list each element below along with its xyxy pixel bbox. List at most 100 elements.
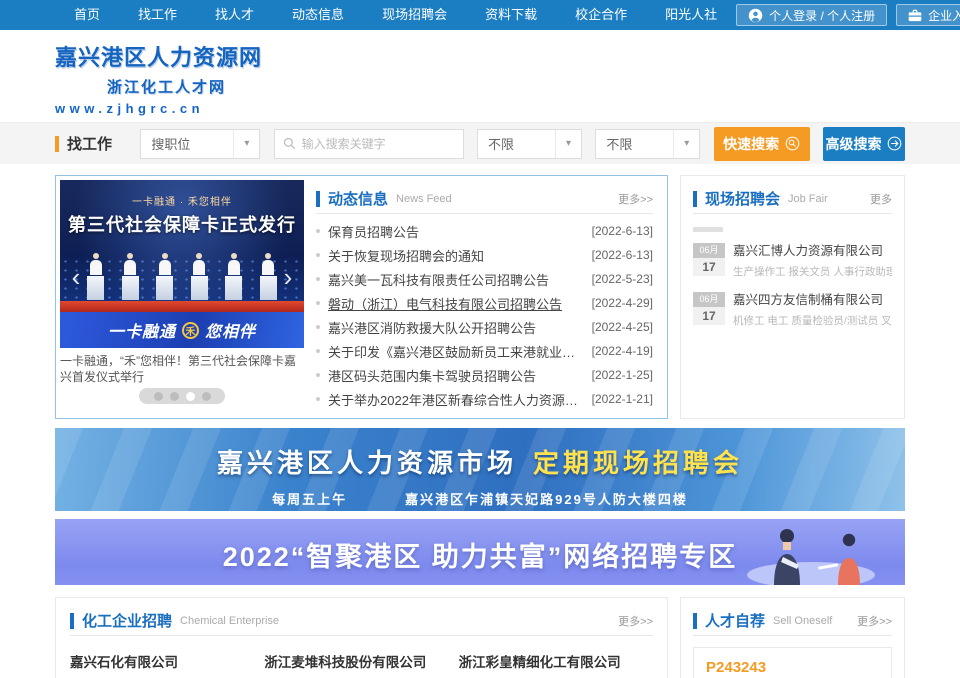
carousel-dot[interactable] (154, 392, 163, 401)
news-item-title[interactable]: 嘉兴港区消防救援大队公开招聘公告 (328, 318, 582, 337)
slide-bottom-banner: 一卡融通 禾 您相伴 (60, 312, 304, 348)
banner1-address: 嘉兴港区乍浦镇天妃路929号人防大楼四楼 (405, 492, 688, 507)
news-item-title[interactable]: 嘉兴美一瓦科技有限责任公司招聘公告 (328, 270, 582, 289)
news-list: 保育员招聘公告 [2022-6-13] 关于恢复现场招聘会的通知 [2022-6… (316, 214, 653, 411)
top-nav: 首页找工作找人才动态信息现场招聘会资料下载校企合作阳光人社 个人登录 / 个人注… (0, 0, 960, 30)
page: 首页找工作找人才动态信息现场招聘会资料下载校企合作阳光人社 个人登录 / 个人注… (0, 0, 960, 678)
news-item-title[interactable]: 关于印发《嘉兴港区鼓励新员工来港就业补助操作... (328, 342, 582, 361)
enterprise-entry-button[interactable]: 企业入口 (896, 4, 960, 26)
search-category-select[interactable]: 搜职位 ▾ (140, 129, 260, 159)
bullet-icon (316, 253, 320, 257)
carousel-dot[interactable] (202, 392, 211, 401)
keyword-input[interactable] (302, 137, 455, 151)
nav-actions: 个人登录 / 个人注册 企业入口 (736, 4, 960, 26)
date-badge-month: 06月 (693, 243, 725, 258)
nav-item[interactable]: 校企合作 (556, 0, 646, 30)
news-item: 保育员招聘公告 [2022-6-13] (316, 219, 653, 243)
nav-item[interactable]: 阳光人社 (646, 0, 736, 30)
recruitment-market-banner[interactable]: 嘉兴港区人力资源市场定期现场招聘会 每周五上午 嘉兴港区乍浦镇天妃路929号人防大… (55, 428, 905, 511)
news-title: 动态信息 (328, 188, 388, 209)
banner1-title: 嘉兴港区人力资源市场定期现场招聘会 (55, 443, 905, 480)
company-name[interactable]: 嘉兴石化有限公司 (70, 651, 264, 671)
carousel-dot[interactable] (170, 392, 179, 401)
news-item-date: [2022-1-25] (592, 368, 653, 382)
jobfair-title: 现场招聘会 (705, 188, 780, 209)
nav-menu: 首页找工作找人才动态信息现场招聘会资料下载校企合作阳光人社 (55, 0, 736, 30)
he-badge-icon: 禾 (182, 322, 199, 339)
news-item-title[interactable]: 磐动（浙江）电气科技有限公司招聘公告 (328, 294, 582, 313)
jobfair-list: 06月 17 嘉兴汇博人力资源有限公司 生产操作工 报关文员 人事行政助理...… (693, 243, 892, 328)
stage-red-strip (60, 301, 304, 312)
bullet-icon (316, 301, 320, 305)
date-badge: 06月 17 (693, 243, 725, 279)
talent-more-link[interactable]: 更多>> (857, 613, 892, 629)
jobfair-company[interactable]: 嘉兴四方友信制桶有限公司 (733, 292, 892, 308)
candidate-id[interactable]: P243243 (706, 659, 879, 676)
site-header: 嘉兴港区人力资源网 浙江化工人才网 www.zjhgrc.cn (0, 30, 960, 122)
chevron-down-icon: ▾ (555, 130, 581, 158)
bullet-icon (316, 397, 320, 401)
news-item: 磐动（浙江）电气科技有限公司招聘公告 [2022-4-29] (316, 291, 653, 315)
chevron-down-icon: ▾ (233, 130, 259, 158)
banner2-title: 2022“智聚港区 助力共富”网络招聘专区 (55, 535, 905, 574)
news-more-link[interactable]: 更多>> (618, 191, 653, 207)
chemical-more-link[interactable]: 更多>> (618, 613, 653, 629)
filter1-select[interactable]: 不限 ▾ (477, 129, 582, 159)
search-section-label: 找工作 (55, 133, 127, 154)
news-item-date: [2022-6-13] (592, 248, 653, 262)
carousel-caption[interactable]: 一卡融通，“禾”您相伴！第三代社会保障卡嘉兴首发仪式举行 (60, 353, 304, 385)
search-category-value: 搜职位 (151, 134, 190, 153)
bullet-icon (316, 325, 320, 329)
jobfair-more-link[interactable]: 更多 (870, 191, 892, 207)
banner1-schedule: 每周五上午 (272, 492, 347, 507)
carousel-slide[interactable]: 一卡融通 · 禾您相伴 第三代社会保障卡正式发行 一卡融通 禾 (60, 180, 304, 348)
site-logo[interactable]: 嘉兴港区人力资源网 浙江化工人才网 www.zjhgrc.cn (55, 40, 275, 116)
news-item-title[interactable]: 保育员招聘公告 (328, 222, 582, 241)
search-label-text: 找工作 (67, 133, 112, 154)
news-item: 嘉兴港区消防救援大队公开招聘公告 [2022-4-25] (316, 315, 653, 339)
carousel-dot[interactable] (186, 392, 195, 401)
personal-login-button[interactable]: 个人登录 / 个人注册 (736, 4, 887, 26)
news-item: 关于举办2022年港区新春综合性人力资源暨春风... [2022-1-21] (316, 387, 653, 411)
site-title: 嘉兴港区人力资源网 (55, 40, 275, 72)
bullet-icon (316, 373, 320, 377)
chevron-down-icon: ▾ (673, 130, 699, 158)
nav-item[interactable]: 首页 (55, 0, 119, 30)
company-card: 浙江麦堆科技股份有限公司 销售专员 会计 土建主管 (264, 651, 458, 678)
news-item-title[interactable]: 关于举办2022年港区新春综合性人力资源暨春风... (328, 390, 582, 409)
section-accent-bar (693, 613, 697, 629)
news-section: 动态信息 News Feed 更多>> 保育员招聘公告 [2022-6-13] (308, 176, 667, 418)
section-accent-bar (70, 613, 74, 629)
news-item-title[interactable]: 港区码头范围内集卡驾驶员招聘公告 (328, 366, 582, 385)
slide-top-line: 一卡融通 · 禾您相伴 (60, 193, 304, 208)
jobfair-subtitle: Job Fair (788, 193, 828, 205)
news-item-date: [2022-5-23] (592, 272, 653, 286)
filter2-value: 不限 (606, 134, 632, 153)
jobfair-section: 现场招聘会 Job Fair 更多 06月 17 嘉兴汇博人力资源有限公司 生产… (680, 175, 905, 419)
nav-item[interactable]: 找工作 (119, 0, 196, 30)
nav-item[interactable]: 找人才 (196, 0, 273, 30)
news-item-title[interactable]: 关于恢复现场招聘会的通知 (328, 246, 582, 265)
nav-item[interactable]: 现场招聘会 (363, 0, 466, 30)
jobfair-item: 06月 17 嘉兴汇博人力资源有限公司 生产操作工 报关文员 人事行政助理... (693, 243, 892, 279)
carousel-next-button[interactable]: › (279, 264, 297, 290)
online-recruitment-banner[interactable]: 2022“智聚港区 助力共富”网络招聘专区 (55, 519, 905, 585)
candidate-card[interactable]: P243243 男 ｜ 嘉兴市->嘉兴港区 ｜ 八年以上 (693, 647, 892, 678)
nav-item[interactable]: 资料下载 (466, 0, 556, 30)
company-name[interactable]: 浙江麦堆科技股份有限公司 (264, 651, 458, 671)
jobfair-company[interactable]: 嘉兴汇博人力资源有限公司 (733, 243, 892, 259)
news-item: 关于印发《嘉兴港区鼓励新员工来港就业补助操作... [2022-4-19] (316, 339, 653, 363)
search-icon (283, 137, 296, 150)
news-item-date: [2022-4-29] (592, 296, 653, 310)
decor-dash (693, 227, 723, 232)
filter2-select[interactable]: 不限 ▾ (595, 129, 700, 159)
advanced-search-button[interactable]: 高级搜索 (823, 127, 905, 161)
nav-item[interactable]: 动态信息 (273, 0, 363, 30)
company-name[interactable]: 浙江彩皇精细化工有限公司 (459, 651, 653, 671)
jobfair-jobs: 机修工 电工 质量检验员/测试员 叉车... (733, 313, 892, 328)
jobfair-item: 06月 17 嘉兴四方友信制桶有限公司 机修工 电工 质量检验员/测试员 叉车.… (693, 292, 892, 328)
banner1-title-white: 嘉兴港区人力资源市场 (217, 448, 517, 478)
quick-search-button[interactable]: 快速搜索 (714, 127, 810, 161)
carousel-prev-button[interactable]: ‹ (67, 264, 85, 290)
personal-login-label: 个人登录 / 个人注册 (769, 7, 875, 24)
